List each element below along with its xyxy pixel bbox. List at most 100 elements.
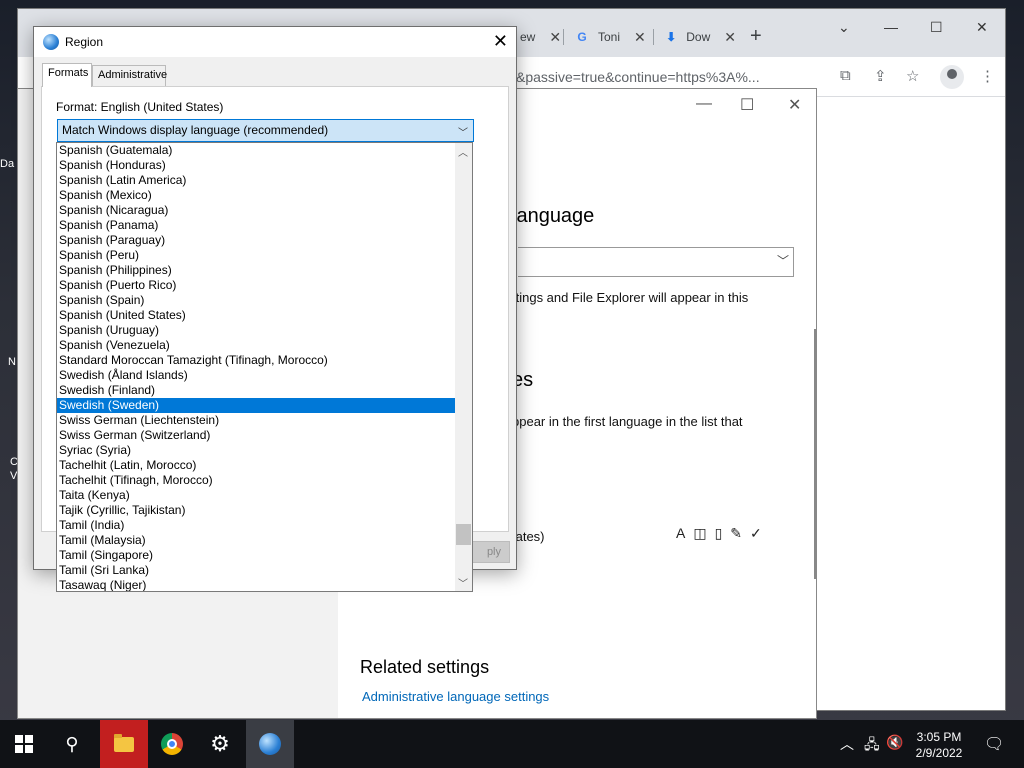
format-option[interactable]: Tajik (Cyrillic, Tajikistan) [57,503,455,518]
clock-time: 3:05 PM [916,730,962,744]
related-settings-heading: Related settings [360,657,490,677]
globe-icon [259,733,281,755]
format-select[interactable]: Match Windows display language (recommen… [57,119,474,142]
taskbar-chrome[interactable] [148,720,196,768]
globe-icon [43,34,59,50]
close-icon[interactable]: ✕ [493,31,508,52]
format-option[interactable]: Swiss German (Switzerland) [57,428,455,443]
format-option[interactable]: Swedish (Finland) [57,383,455,398]
format-option[interactable]: Tachelhit (Latin, Morocco) [57,458,455,473]
format-option[interactable]: Spanish (Panama) [57,218,455,233]
download-icon: ⬇ [666,30,677,44]
spellcheck-icon: ✓ [750,525,770,541]
format-dropdown-list[interactable]: Spanish (Guatemala) Spanish (Honduras) Spa… [56,142,473,592]
maximize-icon[interactable]: ☐ [930,19,943,36]
folder-icon [114,733,134,752]
new-tab-plus-icon[interactable]: + [750,25,762,48]
search-button[interactable]: ⚲ [48,720,96,768]
windows-display-language-heading: language [512,205,595,227]
format-option[interactable]: Syriac (Syria) [57,443,455,458]
format-label: Format: English (United States) [56,100,224,114]
close-icon[interactable]: ✕ [788,95,801,115]
region-titlebar: Region ✕ [34,27,516,57]
desktop-icon-fragment-1: Da [0,158,15,170]
tab-label: Toni [598,30,621,44]
format-option[interactable]: Spanish (Philippines) [57,263,455,278]
format-option[interactable]: Spanish (United States) [57,308,455,323]
format-option[interactable]: Spanish (Peru) [57,248,455,263]
format-option[interactable]: Tasawaq (Niger) [57,578,455,591]
format-option[interactable]: Swedish (Sweden) [57,398,455,413]
start-button[interactable] [0,720,48,768]
handwriting-icon: ✎ [730,525,751,541]
tab-label: Dow [686,30,711,44]
volume-muted-icon[interactable]: 🔇 [886,734,903,751]
chrome-tab-1[interactable]: ew ✕ [512,21,564,53]
minimize-icon[interactable]: — [884,19,898,35]
administrative-language-settings-link[interactable]: Administrative language settings [362,689,549,704]
taskbar-region[interactable] [246,720,294,768]
system-clock[interactable]: 3:05 PM 2/9/2022 [906,729,972,761]
scroll-thumb[interactable] [456,524,471,545]
tab-label: ew [520,30,536,44]
chrome-tab-2[interactable]: G Toni ✕ [566,21,654,53]
chevron-down-icon[interactable]: ⌄ [838,19,850,36]
clock-date: 2/9/2022 [915,746,963,760]
close-icon[interactable]: ✕ [724,29,736,46]
speech-icon: ◫ [693,525,715,541]
google-icon: G [577,30,587,44]
format-option[interactable]: Spanish (Venezuela) [57,338,455,353]
chrome-tab-3[interactable]: ⬇ Dow ✕ [656,21,744,53]
taskbar-settings[interactable]: ⚙ [196,720,244,768]
maximize-icon[interactable]: ☐ [740,95,754,115]
scroll-up-icon[interactable]: ︿ [458,144,468,159]
list-scrollbar[interactable]: ︿ ﹀ [455,143,472,591]
share-icon[interactable]: ⇪ [874,67,887,85]
format-option[interactable]: Spanish (Mexico) [57,188,455,203]
minimize-icon[interactable]: — [696,95,712,113]
taskbar: ⚲ ⚙ ︿ 🖧 🔇 3:05 PM 2/9/2022 🗨 [0,720,1024,768]
chrome-icon [161,733,183,755]
gear-icon: ⚙ [210,731,230,756]
menu-kebab-icon[interactable]: ⋮ [980,67,995,85]
settings-scrollbar[interactable] [814,329,817,579]
format-option[interactable]: Spanish (Paraguay) [57,233,455,248]
format-option[interactable]: Swiss German (Liechtenstein) [57,413,455,428]
format-option[interactable]: Standard Moroccan Tamazight (Tifinagh, M… [57,353,455,368]
preferred-languages-description: ppear in the first language in the list … [512,414,743,429]
close-icon[interactable]: ✕ [634,29,646,46]
format-option[interactable]: Spanish (Uruguay) [57,323,455,338]
format-option[interactable]: Spanish (Latin America) [57,173,455,188]
tab-formats[interactable]: Formats [42,63,92,87]
chevron-down-icon: ﹀ [458,128,468,139]
display-language-dropdown[interactable]: ﹀ [518,247,794,277]
format-option[interactable]: Tachelhit (Tifinagh, Morocco) [57,473,455,488]
format-option[interactable]: Tamil (India) [57,518,455,533]
format-option[interactable]: Spanish (Nicaragua) [57,203,455,218]
chevron-down-icon: ﹀ [776,254,789,268]
chevron-up-icon[interactable]: ︿ [840,734,854,754]
format-option[interactable]: Spanish (Puerto Rico) [57,278,455,293]
format-option[interactable]: Tamil (Malaysia) [57,533,455,548]
format-option[interactable]: Spanish (Honduras) [57,158,455,173]
taskbar-file-explorer[interactable] [100,720,148,768]
scroll-down-icon[interactable]: ﹀ [458,575,468,590]
translate-icon[interactable]: ⧉ [840,67,851,84]
profile-avatar[interactable] [940,65,964,89]
format-option[interactable]: Tamil (Singapore) [57,548,455,563]
microphone-icon: ▯ [714,525,731,541]
language-feature-icons: A◫▯✎✓ [676,525,770,542]
search-icon: ⚲ [65,733,79,754]
notification-icon[interactable]: 🗨 [984,734,1004,754]
format-option[interactable]: Taita (Kenya) [57,488,455,503]
format-option[interactable]: Tamil (Sri Lanka) [57,563,455,578]
network-icon[interactable]: 🖧 [864,734,880,758]
bookmark-star-icon[interactable]: ☆ [906,67,919,85]
format-option[interactable]: Swedish (Åland Islands) [57,368,455,383]
tab-administrative[interactable]: Administrative [92,65,167,87]
close-icon[interactable]: ✕ [976,19,988,36]
format-select-value: Match Windows display language (recommen… [62,123,329,137]
close-icon[interactable]: ✕ [549,29,561,46]
format-option[interactable]: Spanish (Spain) [57,293,455,308]
format-option[interactable]: Spanish (Guatemala) [57,143,455,158]
